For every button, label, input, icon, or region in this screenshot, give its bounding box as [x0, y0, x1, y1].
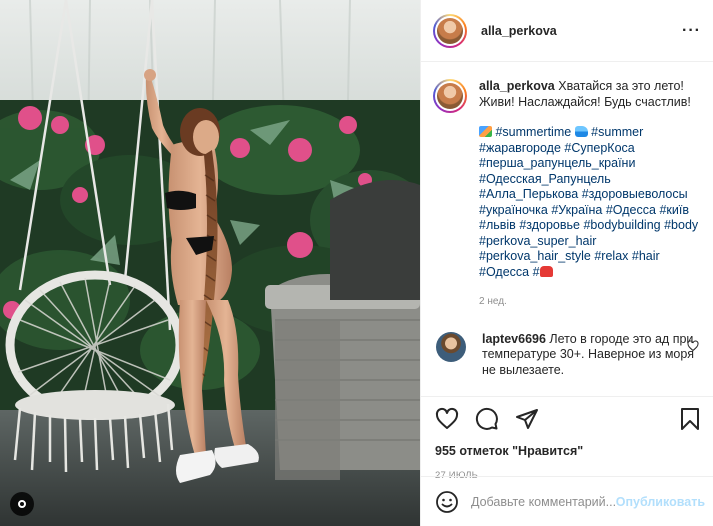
- comment: laptev6696 Лето в городе это ад при темп…: [433, 331, 699, 379]
- commenter-username[interactable]: laptev6696: [482, 332, 546, 346]
- hashtag-link[interactable]: #summer: [591, 125, 643, 139]
- hashtag-link[interactable]: #Одесская_Рапунцель: [479, 172, 611, 186]
- caption: alla_perkova Хватайся за это лето! Живи!…: [433, 79, 699, 310]
- hashtag-link[interactable]: #жаравгороде: [479, 141, 561, 155]
- hashtag-link[interactable]: #relax: [594, 249, 628, 263]
- author-avatar[interactable]: [433, 13, 467, 48]
- heart-icon[interactable]: [435, 407, 459, 431]
- comments-section: alla_perkova Хватайся за это лето! Живи!…: [421, 63, 713, 395]
- hashtag-link[interactable]: #: [533, 265, 540, 279]
- emoji-smiley-icon[interactable]: [435, 490, 459, 514]
- caption-username[interactable]: alla_perkova: [479, 79, 555, 93]
- commenter-avatar[interactable]: [436, 331, 466, 362]
- share-icon[interactable]: [515, 407, 539, 431]
- comment-input[interactable]: [471, 494, 616, 509]
- hashtag-link[interactable]: #summertime: [495, 125, 571, 139]
- hashtag-link[interactable]: #perkova_super_hair: [479, 234, 596, 248]
- hashtag-link[interactable]: #здоровыеволосы: [582, 187, 688, 201]
- caption-hashtags: #summertime #summer #жаравгороде #СуперК…: [479, 125, 699, 280]
- hashtag-link[interactable]: #perkova_hair_style: [479, 249, 591, 263]
- hashtag-link[interactable]: #bodybuilding: [583, 218, 660, 232]
- likes-count[interactable]: 955 отметок "Нравится": [435, 444, 701, 458]
- publish-button[interactable]: Опубликовать: [616, 495, 705, 509]
- post-header: alla_perkova ···: [421, 0, 713, 62]
- camera-emoji: [479, 126, 492, 137]
- author-username[interactable]: alla_perkova: [481, 24, 557, 38]
- hashtag-link[interactable]: #Алла_Перькова: [479, 187, 578, 201]
- post-photo[interactable]: [0, 0, 420, 526]
- post-actions: 955 отметок "Нравится" 27 ИЮЛЬ: [421, 396, 713, 481]
- bookmark-icon[interactable]: [679, 407, 701, 431]
- comment-icon[interactable]: [475, 407, 499, 431]
- hashtag-link[interactable]: #Одесса: [479, 265, 529, 279]
- hashtag-link[interactable]: #львів: [479, 218, 516, 232]
- post-panel: alla_perkova ··· alla_perkova Хватайся з…: [420, 0, 713, 526]
- hashtag-link[interactable]: #Одесса: [606, 203, 656, 217]
- hashtag-link[interactable]: #Україна: [551, 203, 602, 217]
- hashtag-link[interactable]: #здоровье: [519, 218, 580, 232]
- hashtag-link[interactable]: #СуперКоса: [564, 141, 634, 155]
- tagged-users-icon[interactable]: [10, 492, 34, 516]
- hashtag-link[interactable]: #hair: [632, 249, 660, 263]
- add-comment-bar: Опубликовать: [421, 476, 713, 526]
- hashtag-link[interactable]: #київ: [659, 203, 689, 217]
- caption-time: 2 нед.: [479, 296, 507, 307]
- ellipsis-icon[interactable]: ···: [682, 22, 701, 40]
- comment-like-heart-icon[interactable]: [687, 339, 699, 352]
- caption-avatar[interactable]: [433, 79, 467, 113]
- hashtag-link[interactable]: #перша_рапунцель_країни: [479, 156, 635, 170]
- hashtag-link[interactable]: #body: [664, 218, 698, 232]
- swimsuit-emoji: [539, 265, 553, 277]
- photo-illustration: [0, 0, 420, 526]
- wave-emoji: [574, 126, 588, 137]
- hashtag-link[interactable]: #украïночка: [479, 203, 548, 217]
